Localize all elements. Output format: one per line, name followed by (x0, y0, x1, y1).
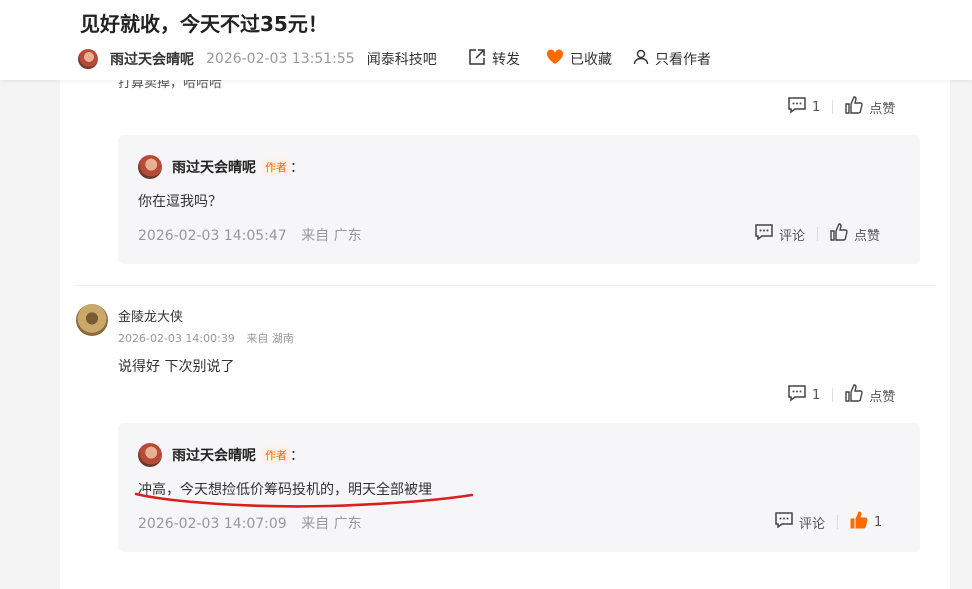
post-meta: 雨过天会晴呢 2026-02-03 13:51:55 闻泰科技吧 (78, 48, 437, 70)
like-count[interactable]: 1 (874, 515, 882, 530)
only-author-label: 只看作者 (655, 52, 711, 68)
thumbs-up-icon[interactable] (830, 223, 854, 245)
author-badge: 作者 (262, 158, 290, 176)
thumbs-up-filled-icon[interactable] (850, 511, 874, 533)
reply-time: 2026-02-03 14:05:47 (138, 228, 287, 244)
reply-box: 雨过天会晴呢 作者 ： 你在逗我吗？ 2026-02-03 14:05:47 来… (118, 135, 920, 264)
reply-author[interactable]: 雨过天会晴呢 (172, 445, 256, 465)
colon: ： (290, 448, 304, 464)
comment-button[interactable]: 评论 (779, 225, 805, 244)
post-time: 2026-02-03 13:51:55 (206, 51, 355, 67)
author-badge: 作者 (262, 446, 290, 464)
comment-icon[interactable] (755, 224, 779, 244)
comment-actions: 1 点赞 (788, 384, 895, 406)
like-button[interactable]: 点赞 (869, 386, 895, 405)
bar-link[interactable]: 闻泰科技吧 (367, 49, 437, 69)
red-underline-annotation (134, 492, 474, 508)
previous-comment-actions: 1 点赞 (788, 96, 895, 118)
reply-count[interactable]: 1 (812, 100, 820, 115)
reply-time: 2026-02-03 14:07:09 (138, 516, 287, 532)
avatar[interactable] (138, 443, 162, 467)
divider (75, 285, 935, 286)
colon: ： (290, 160, 304, 176)
comment-text: 说得好 下次别说了 (118, 359, 235, 375)
reply-header: 雨过天会晴呢 作者 ： (138, 155, 304, 179)
share-button[interactable]: 转发 (468, 48, 520, 70)
reply-author[interactable]: 雨过天会晴呢 (172, 157, 256, 177)
only-author-button[interactable]: 只看作者 (633, 48, 711, 70)
reply-text: 你在逗我吗？ (138, 194, 222, 210)
page-title: 见好就收，今天不过35元！ (80, 12, 328, 36)
avatar[interactable] (78, 49, 98, 69)
comment-meta: 2026-02-03 14:00:39 来自 湖南 (118, 330, 294, 346)
user-icon (633, 49, 655, 69)
comment-time: 2026-02-03 14:00:39 (118, 332, 235, 345)
avatar[interactable] (138, 155, 162, 179)
divider (832, 388, 834, 402)
comment-author[interactable]: 金陵龙大侠 (118, 306, 183, 325)
divider (837, 515, 839, 529)
comment-button[interactable]: 评论 (799, 513, 825, 532)
reply-meta: 2026-02-03 14:07:09 来自 广东 (138, 513, 362, 533)
divider (817, 227, 819, 241)
like-button[interactable]: 点赞 (854, 225, 880, 244)
reply-header: 雨过天会晴呢 作者 ： (138, 443, 304, 467)
favorite-button[interactable]: 已收藏 (546, 48, 612, 70)
share-icon (468, 48, 492, 70)
reply-meta: 2026-02-03 14:05:47 来自 广东 (138, 225, 362, 245)
reply-location: 来自 广东 (301, 516, 362, 532)
reply-actions: 评论 1 (775, 511, 882, 533)
thumbs-up-icon[interactable] (845, 96, 869, 118)
post-author[interactable]: 雨过天会晴呢 (110, 49, 194, 69)
reply-actions: 评论 点赞 (755, 223, 880, 245)
post-header: 见好就收，今天不过35元！ 雨过天会晴呢 2026-02-03 13:51:55… (0, 0, 972, 80)
reply-location: 来自 广东 (301, 228, 362, 244)
comment-icon[interactable] (788, 385, 812, 405)
avatar[interactable] (76, 304, 108, 336)
comment-location: 来自 湖南 (246, 332, 294, 345)
share-label: 转发 (492, 52, 520, 68)
favorite-label: 已收藏 (570, 52, 612, 68)
thumbs-up-icon[interactable] (845, 384, 869, 406)
reply-count[interactable]: 1 (812, 388, 820, 403)
comment-icon[interactable] (788, 97, 812, 117)
divider (832, 100, 834, 114)
comment-icon[interactable] (775, 512, 799, 532)
like-button[interactable]: 点赞 (869, 98, 895, 117)
heart-icon (546, 49, 570, 69)
